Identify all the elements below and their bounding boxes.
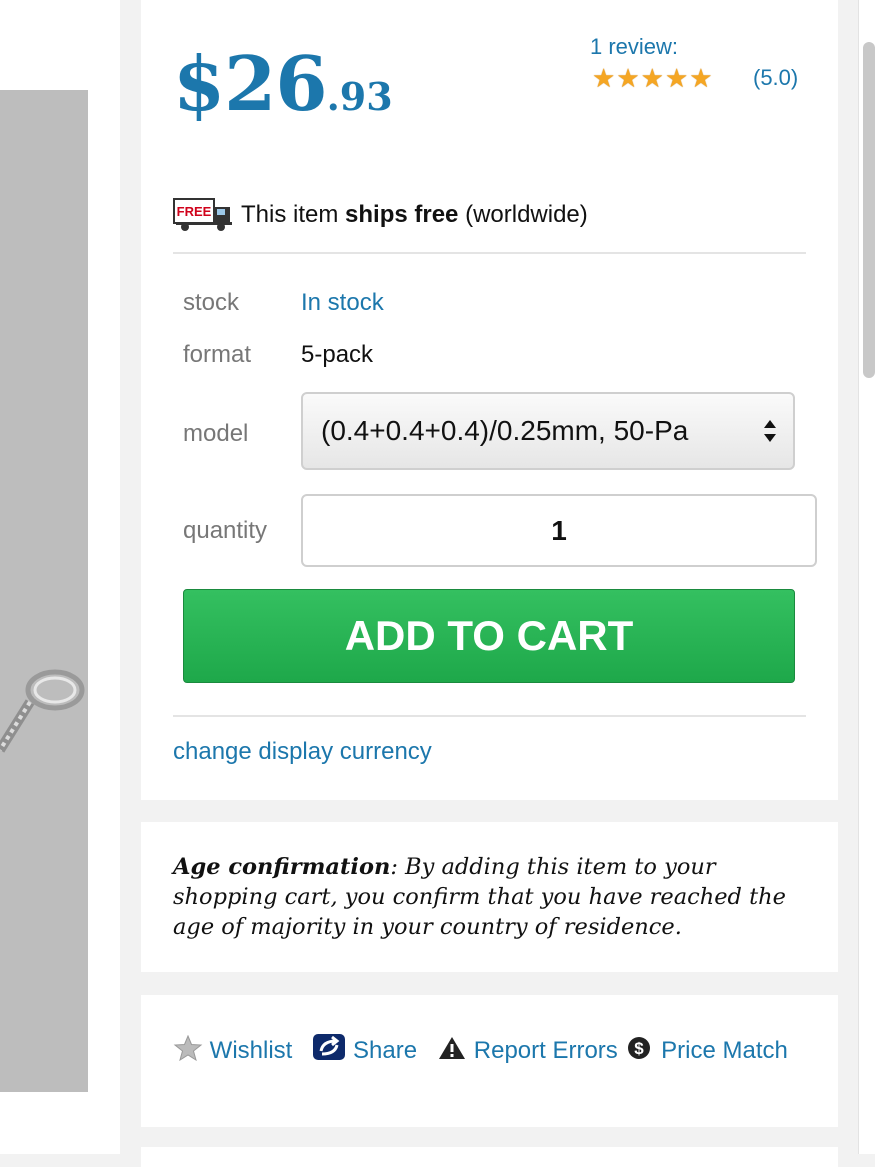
format-label: format: [183, 341, 252, 368]
shipping-text-before: This item: [241, 201, 346, 228]
star-outline-icon: [173, 1035, 203, 1061]
wishlist-link[interactable]: Wishlist: [173, 1035, 293, 1064]
shipping-text-strong: ships free: [345, 201, 459, 228]
model-select-value: (0.4+0.4+0.4)/0.25mm, 50-Pa: [321, 415, 689, 446]
star-icon: ★: [689, 63, 713, 93]
stock-value: In stock: [301, 289, 384, 316]
format-value: 5-pack: [301, 341, 374, 368]
price: $26.93: [173, 40, 393, 128]
review-link[interactable]: 1 review:: [590, 34, 678, 60]
star-icon: ★: [592, 63, 616, 93]
star-icon: ★: [616, 63, 640, 93]
rating-value[interactable]: (5.0): [753, 65, 798, 91]
svg-text:$: $: [635, 1039, 645, 1058]
model-label: model: [183, 420, 249, 447]
age-confirmation-title: Age confirmation: [173, 854, 391, 880]
select-arrows-icon: [764, 420, 776, 442]
purchase-panel: $26.93 1 review: ★ ★ ★ ★ ★ (5.0) FREE Th…: [141, 0, 838, 800]
action-links: Wishlist Share Report Errors $ Price Mat…: [173, 1033, 793, 1066]
quantity-input[interactable]: [301, 494, 817, 567]
add-to-cart-button[interactable]: ADD TO CART: [183, 589, 795, 683]
price-match-label: Price Match: [661, 1037, 788, 1064]
divider: [173, 252, 806, 254]
star-icon: ★: [664, 63, 689, 93]
product-photo-detail: [0, 90, 88, 1092]
shipping-info: FREE This item ships free (worldwide): [173, 198, 588, 232]
price-dollars: $26: [173, 40, 328, 128]
scrollbar-thumb[interactable]: [863, 42, 875, 378]
product-image[interactable]: [0, 90, 88, 1092]
shipping-text-after: (worldwide): [458, 201, 588, 228]
actions-panel: Wishlist Share Report Errors $ Price Mat…: [141, 995, 838, 1127]
share-link[interactable]: Share: [312, 1034, 418, 1064]
star-icon: ★: [640, 63, 664, 93]
price-cents: .93: [326, 74, 393, 119]
stock-label: stock: [183, 289, 240, 316]
shipping-text: This item ships free (worldwide): [241, 201, 588, 229]
free-badge-text: FREE: [177, 204, 212, 219]
price-match-link[interactable]: $ Price Match: [624, 1037, 788, 1064]
age-confirmation-panel: Age confirmation: By adding this item to…: [141, 822, 838, 972]
age-confirmation-text: Age confirmation: By adding this item to…: [173, 852, 813, 942]
report-errors-link[interactable]: Report Errors: [437, 1037, 618, 1064]
rating-stars[interactable]: ★ ★ ★ ★ ★: [592, 65, 713, 91]
divider: [173, 715, 806, 717]
wishlist-label: Wishlist: [209, 1037, 293, 1064]
model-select[interactable]: (0.4+0.4+0.4)/0.25mm, 50-Pa: [301, 392, 795, 470]
next-panel: [141, 1147, 838, 1167]
share-icon: [313, 1034, 346, 1060]
report-errors-label: Report Errors: [473, 1037, 618, 1064]
dollar-icon: $: [628, 1037, 651, 1059]
warning-icon: [439, 1037, 466, 1059]
quantity-label: quantity: [183, 517, 268, 544]
free-shipping-truck-icon: FREE: [173, 198, 232, 231]
change-currency-link[interactable]: change display currency: [173, 738, 432, 766]
share-label: Share: [353, 1037, 418, 1064]
